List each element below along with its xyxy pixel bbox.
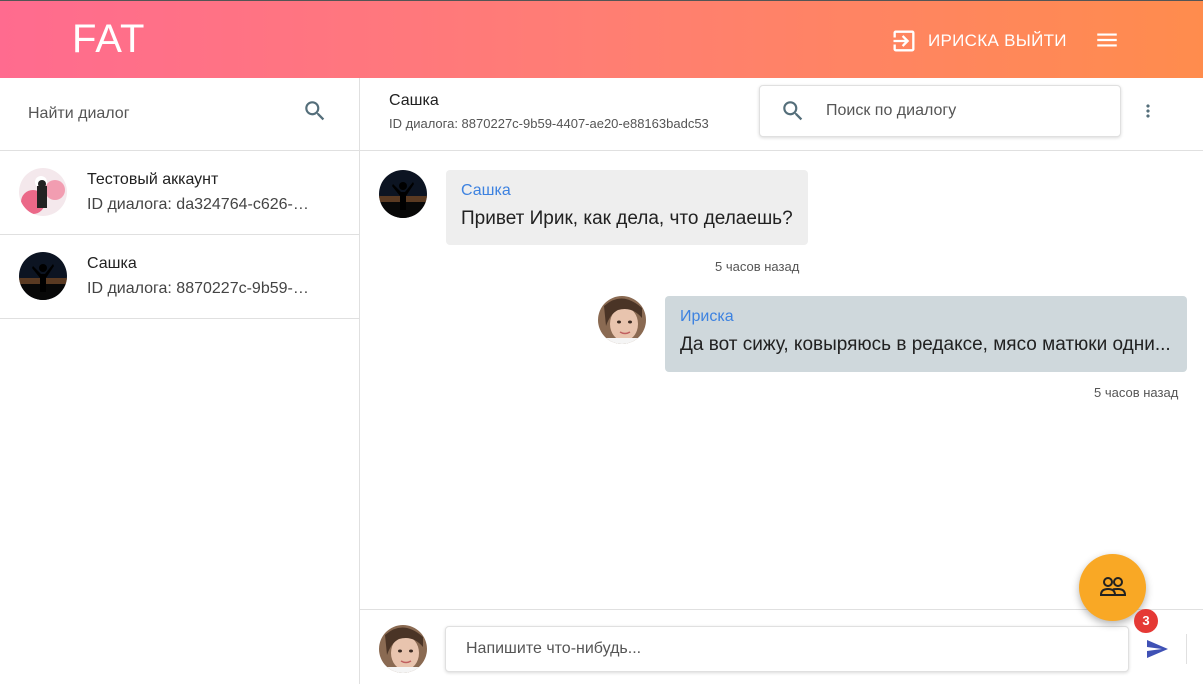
search-icon[interactable] (302, 98, 328, 124)
message-field[interactable] (445, 626, 1129, 672)
message-time: 5 часов назад (1094, 385, 1179, 400)
avatar (379, 625, 427, 673)
avatar (19, 252, 67, 300)
message-time: 5 часов назад (715, 259, 800, 274)
dialog-search (0, 78, 359, 151)
logout-icon (893, 30, 915, 52)
notification-badge: 3 (1134, 609, 1158, 633)
chat-header: Сашка ID диалога: 8870227c-9b59-4407-ae2… (360, 78, 1203, 151)
app-logo[interactable]: FAT (72, 17, 145, 62)
message-text: Да вот сижу, ковыряюсь в редаксе, мясо м… (680, 334, 1171, 355)
message-bubble: Ириска Да вот сижу, ковыряюсь в редаксе,… (665, 296, 1187, 372)
contacts-fab[interactable] (1079, 554, 1146, 621)
send-icon[interactable] (1143, 637, 1171, 661)
dialog-id: ID диалога: da324764-c626-… (87, 196, 309, 213)
message-text: Привет Ирик, как дела, что делаешь? (461, 208, 793, 229)
app-bar: FAT ИРИСКА ВЫЙТИ (0, 0, 1203, 78)
message-composer (360, 609, 1203, 684)
dialog-list-item[interactable]: Тестовый аккаунт ID диалога: da324764-c6… (0, 151, 359, 235)
logout-label: ИРИСКА ВЫЙТИ (928, 31, 1067, 50)
dialogs-sidebar: Тестовый аккаунт ID диалога: da324764-c6… (0, 78, 360, 684)
avatar (379, 170, 427, 218)
message-bubble: Сашка Привет Ирик, как дела, что делаешь… (446, 170, 808, 245)
dialog-search-input[interactable] (28, 96, 278, 132)
message-input[interactable] (466, 635, 1106, 663)
chat-title: Сашка (389, 92, 439, 109)
chat-dialog-id: ID диалога: 8870227c-9b59-4407-ae20-e881… (389, 116, 709, 131)
people-icon (1099, 577, 1127, 596)
message-search[interactable] (759, 85, 1121, 137)
message-author: Ириска (680, 308, 734, 325)
more-vert-icon[interactable] (1138, 98, 1158, 124)
avatar (19, 168, 67, 216)
dialog-name: Тестовый аккаунт (87, 171, 219, 188)
divider (1186, 634, 1187, 664)
search-icon (783, 101, 803, 121)
avatar (598, 296, 646, 344)
dialog-list-item[interactable]: Сашка ID диалога: 8870227c-9b59-… (0, 235, 359, 319)
dialog-name: Сашка (87, 255, 137, 272)
logout-button[interactable]: ИРИСКА ВЫЙТИ (890, 27, 1067, 55)
message-author: Сашка (461, 182, 511, 199)
chat-panel: Сашка ID диалога: 8870227c-9b59-4407-ae2… (360, 78, 1203, 684)
menu-icon[interactable] (1094, 27, 1120, 53)
message-search-input[interactable] (826, 94, 1106, 128)
dialog-id: ID диалога: 8870227c-9b59-… (87, 280, 309, 297)
